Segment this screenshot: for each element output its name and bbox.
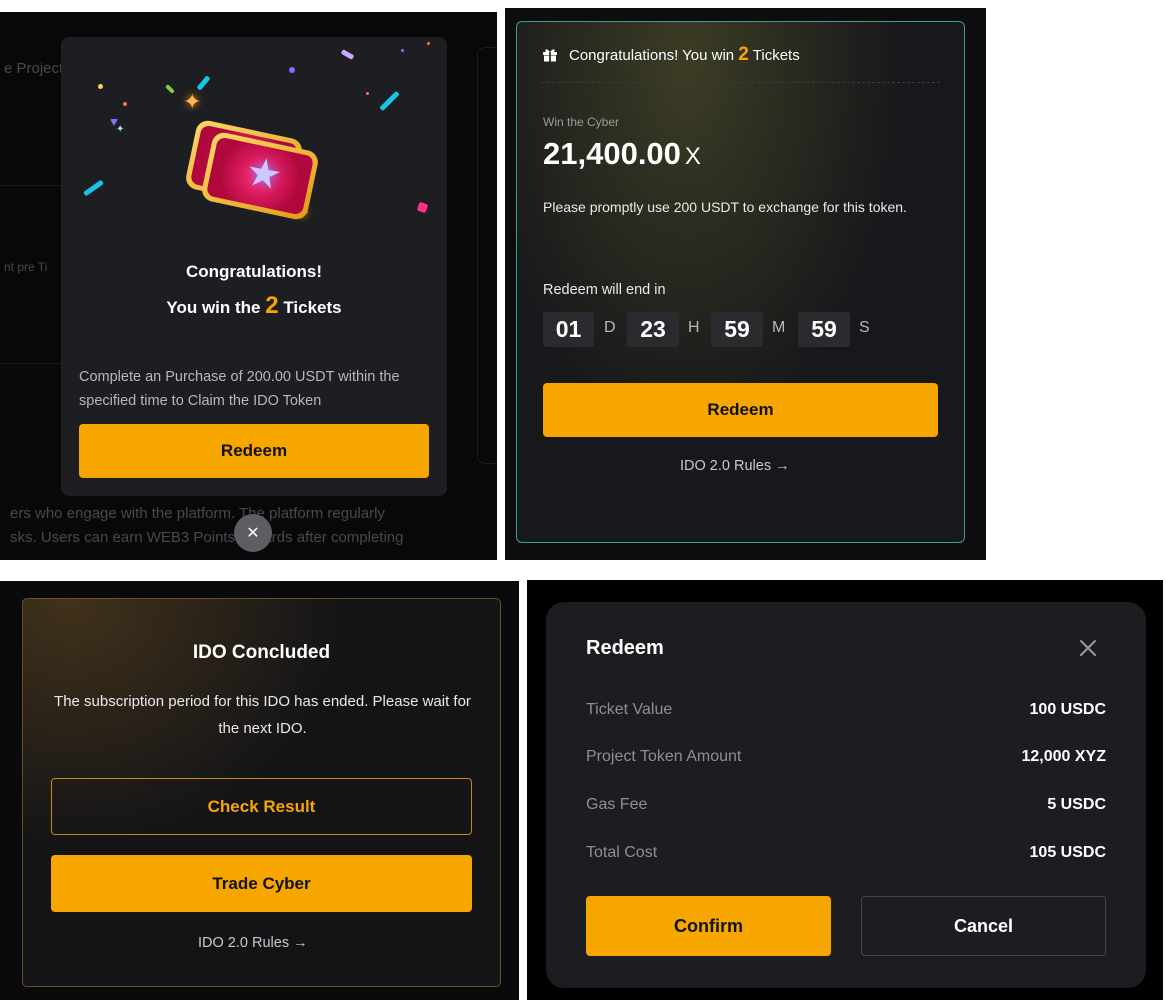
confetti bbox=[289, 67, 295, 73]
countdown-minutes: 59 bbox=[711, 312, 763, 347]
ticket-win-screen: e Project nt pre Ti ers who engage with … bbox=[0, 12, 497, 560]
confetti bbox=[379, 90, 400, 112]
star-icon: ★ bbox=[242, 149, 286, 199]
countdown-minutes-unit: M bbox=[772, 319, 786, 336]
card-description: The subscription period for this IDO has… bbox=[54, 693, 471, 737]
sparkle-icon: ✦ bbox=[183, 89, 202, 114]
redeem-dialog: Redeem Ticket Value 100 USDC Project Tok… bbox=[546, 602, 1146, 988]
amount-unit: X bbox=[684, 143, 701, 170]
countdown-seconds: 59 bbox=[798, 312, 850, 347]
win-tickets-modal: ✦ ✦ ✦ ★ Congratulations! You win the 2 T… bbox=[61, 37, 447, 496]
win-cyber-card: Congratulations! You win 2 Tickets Win t… bbox=[516, 21, 965, 543]
modal-title: Congratulations! bbox=[186, 262, 322, 281]
modal-description: Complete an Purchase of 200.00 USDT with… bbox=[79, 369, 400, 409]
confetti bbox=[416, 201, 429, 214]
win-label: Win the Cyber bbox=[543, 115, 620, 129]
cancel-button[interactable]: Cancel bbox=[861, 896, 1106, 956]
sparkle-icon: ✦ bbox=[116, 124, 125, 135]
ticket-count: 2 bbox=[738, 44, 749, 65]
countdown-days: 01 bbox=[543, 312, 594, 347]
close-icon[interactable] bbox=[1078, 638, 1098, 658]
gas-fee-label: Gas Fee bbox=[586, 796, 648, 813]
redeem-button[interactable]: Redeem bbox=[79, 424, 429, 478]
card-title: IDO Concluded bbox=[192, 642, 331, 663]
ticket-value-label: Ticket Value bbox=[586, 701, 673, 718]
confetti bbox=[83, 179, 104, 197]
amount-value: 21,400.00 bbox=[543, 136, 681, 171]
token-amount-label: Project Token Amount bbox=[586, 748, 742, 765]
trade-cyber-button[interactable]: Trade Cyber bbox=[51, 855, 472, 912]
countdown-hours: 23 bbox=[627, 312, 679, 347]
win-amount: 21,400.00 X bbox=[543, 136, 701, 172]
header-suffix: Tickets bbox=[752, 47, 800, 64]
dialog-title: Redeem bbox=[586, 637, 664, 659]
confetti bbox=[340, 49, 355, 60]
confetti bbox=[401, 49, 404, 52]
countdown-label: Redeem will end in bbox=[543, 282, 666, 298]
ido-concluded-screen: IDO Concluded The subscription period fo… bbox=[0, 581, 519, 1000]
dashed-divider bbox=[542, 82, 940, 83]
win-cyber-screen: Congratulations! You win 2 Tickets Win t… bbox=[505, 8, 986, 560]
rules-link[interactable]: IDO 2.0 Rules → bbox=[680, 458, 790, 474]
ido-concluded-card: IDO Concluded The subscription period fo… bbox=[22, 598, 501, 987]
countdown-days-unit: D bbox=[604, 319, 616, 336]
countdown-seconds-unit: S bbox=[859, 319, 870, 336]
confetti bbox=[366, 92, 369, 95]
win-header: Congratulations! You win 2 Tickets bbox=[569, 44, 800, 66]
total-cost-value: 105 USDC bbox=[1029, 844, 1106, 861]
rules-link[interactable]: IDO 2.0 Rules → bbox=[198, 935, 308, 951]
gas-fee-value: 5 USDC bbox=[1047, 796, 1106, 813]
confetti bbox=[427, 42, 430, 45]
ticket-illustration: ★ bbox=[183, 118, 328, 229]
confirm-button[interactable]: Confirm bbox=[586, 896, 831, 956]
modal-subtitle: You win the 2 Tickets bbox=[61, 292, 447, 320]
ticket-count: 2 bbox=[265, 292, 279, 319]
redeem-button[interactable]: Redeem bbox=[543, 383, 938, 437]
close-icon[interactable]: ✕ bbox=[234, 514, 272, 552]
exchange-description: Please promptly use 200 USDT to exchange… bbox=[543, 199, 907, 215]
confetti bbox=[165, 84, 175, 94]
total-cost-label: Total Cost bbox=[586, 844, 658, 861]
subtitle-suffix: Tickets bbox=[283, 298, 342, 317]
countdown-hours-unit: H bbox=[688, 319, 700, 336]
header-prefix: Congratulations! You win bbox=[569, 47, 735, 64]
ticket-value: 100 USDC bbox=[1029, 701, 1106, 718]
confetti bbox=[98, 84, 103, 89]
check-result-button[interactable]: Check Result bbox=[51, 778, 472, 835]
gift-icon bbox=[543, 49, 557, 62]
confetti bbox=[123, 102, 127, 106]
redeem-dialog-screen: Redeem Ticket Value 100 USDC Project Tok… bbox=[527, 580, 1163, 1000]
subtitle-prefix: You win the bbox=[166, 298, 261, 317]
token-amount-value: 12,000 XYZ bbox=[1021, 748, 1107, 765]
